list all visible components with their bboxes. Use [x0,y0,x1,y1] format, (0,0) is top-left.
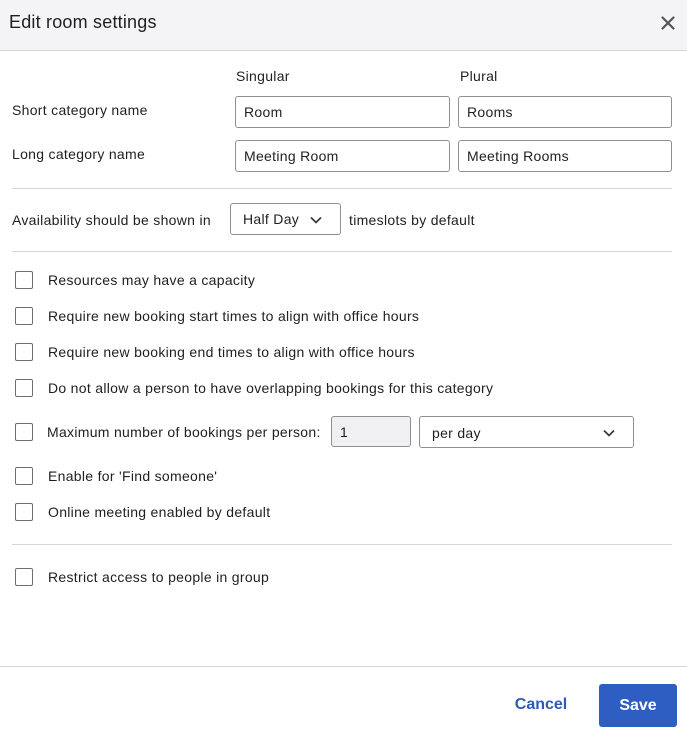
find-someone-label: Enable for 'Find someone' [48,468,218,484]
online-meeting-checkbox[interactable] [15,503,33,521]
long-singular-input[interactable] [235,140,450,172]
short-singular-input[interactable] [235,96,450,128]
short-category-label: Short category name [12,102,148,118]
max-bookings-label: Maximum number of bookings per person: [47,424,321,440]
max-period-selected: per day [432,425,481,441]
availability-suffix: timeslots by default [349,212,475,228]
max-period-dropdown[interactable]: per day [419,416,634,448]
footer-divider [0,666,687,667]
dialog-header: Edit room settings [0,0,687,51]
dialog-title: Edit room settings [9,12,157,32]
singular-header: Singular [236,68,290,84]
availability-prefix: Availability should be shown in [12,212,211,228]
divider [12,251,672,252]
capacity-checkbox[interactable] [15,271,33,289]
divider [12,188,672,189]
chevron-down-icon [602,426,616,445]
max-bookings-checkbox[interactable] [15,423,33,441]
divider [12,544,672,545]
save-button[interactable]: Save [599,684,677,727]
start-align-checkbox[interactable] [15,307,33,325]
availability-dropdown[interactable]: Half Day [230,203,341,235]
availability-selected: Half Day [243,211,300,227]
no-overlap-checkbox[interactable] [15,379,33,397]
end-align-checkbox[interactable] [15,343,33,361]
no-overlap-label: Do not allow a person to have overlappin… [48,380,494,396]
restrict-access-checkbox[interactable] [15,568,33,586]
end-align-label: Require new booking end times to align w… [48,344,415,360]
long-category-label: Long category name [12,146,146,162]
start-align-label: Require new booking start times to align… [48,308,420,324]
short-plural-input[interactable] [458,96,672,128]
cancel-button[interactable]: Cancel [505,688,577,722]
capacity-label: Resources may have a capacity [48,272,256,288]
find-someone-checkbox[interactable] [15,467,33,485]
online-meeting-label: Online meeting enabled by default [48,504,271,520]
long-plural-input[interactable] [458,140,672,172]
plural-header: Plural [460,68,498,84]
close-icon[interactable] [656,11,680,35]
max-bookings-input[interactable] [331,416,411,447]
chevron-down-icon [309,213,323,232]
restrict-access-label: Restrict access to people in group [48,569,270,585]
